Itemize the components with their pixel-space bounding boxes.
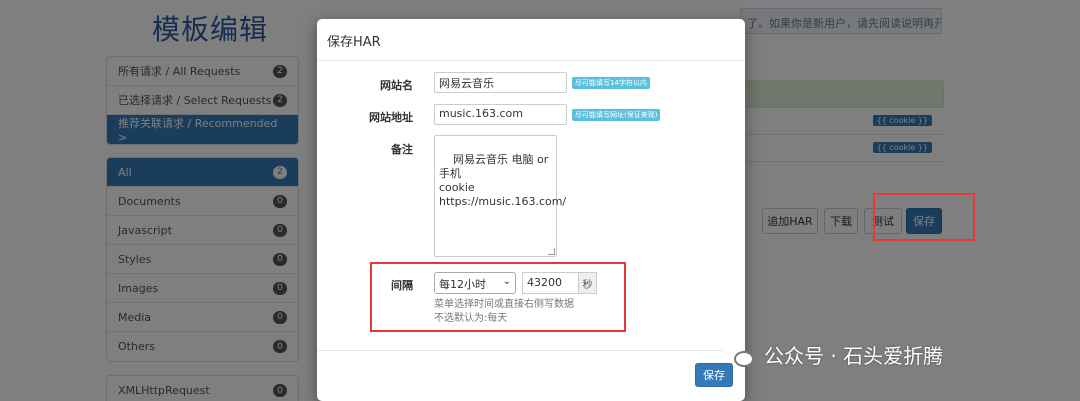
site-url-label: 网站地址 [369,111,413,124]
note-textarea[interactable]: 网易云音乐 电脑 or 手机 cookie https://music.163.… [434,135,566,257]
interval-help-line2: 不选默认为:每天 [434,313,508,324]
resize-grip-icon[interactable] [548,248,555,255]
dialog-title: 保存HAR [317,19,745,61]
wechat-icon [722,341,756,369]
seconds-unit: 秒 [578,272,597,294]
interval-seconds-input[interactable]: 43200 [522,272,578,294]
note-label: 备注 [391,143,413,156]
interval-select-value: 每12小时 [439,278,486,291]
wechat-bubble-front [734,350,754,367]
site-url-hint: 尽可能填写网址(保证美观) [572,109,661,121]
site-url-input[interactable]: music.163.com [434,104,567,125]
interval-label: 间隔 [391,279,413,292]
site-name-hint: 尽可能填写14字符以内 [572,77,650,89]
note-text: 网易云音乐 电脑 or 手机 cookie https://music.163.… [439,153,567,208]
interval-select[interactable]: 每12小时 ⌄ [434,272,516,294]
chevron-down-icon: ⌄ [502,276,511,287]
highlight-box [873,193,975,241]
save-har-dialog: 保存HAR 网站名 网易云音乐 尽可能填写14字符以内 网站地址 music.1… [317,19,745,401]
site-name-label: 网站名 [380,79,413,92]
watermark: 公众号 · 石头爱折腾 [722,340,943,369]
dialog-footer: 保存 [317,350,745,401]
watermark-text: 公众号 · 石头爱折腾 [764,344,944,368]
site-name-input[interactable]: 网易云音乐 [434,72,567,93]
interval-help-line1: 菜单选择时间或直接右侧写数据 [434,299,574,310]
